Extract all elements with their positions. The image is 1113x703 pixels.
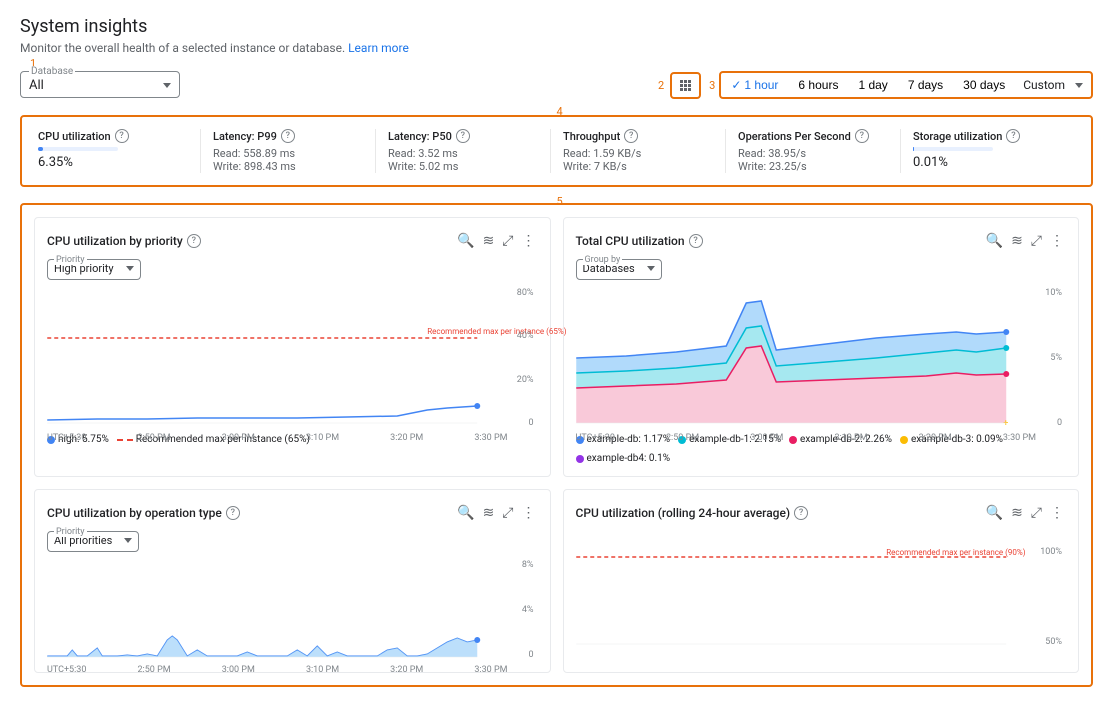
svg-text:Recommended max per instance (: Recommended max per instance (90%)	[886, 548, 1025, 557]
chart-cpu-op-expand[interactable]: ⤢	[500, 502, 515, 523]
page-title: System insights	[20, 16, 1093, 37]
chart-cpu-priority-compare[interactable]: ≋	[481, 230, 497, 251]
svg-text:+: +	[1003, 419, 1008, 429]
cpu-help-icon[interactable]: ?	[115, 129, 129, 143]
time-btn-6hours[interactable]: 6 hours	[788, 73, 848, 97]
group-by-selector[interactable]: Group by Databases	[576, 259, 662, 280]
time-btn-custom[interactable]: Custom	[1015, 73, 1091, 97]
chart-total-cpu-zoom[interactable]: 🔍	[984, 230, 1005, 251]
metrics-bar: CPU utilization ? 6.35% Latency: P99 ? R…	[20, 115, 1093, 187]
throughput-help-icon[interactable]: ?	[624, 129, 638, 143]
latency-p99-help-icon[interactable]: ?	[281, 129, 295, 143]
metric-latency-p99: Latency: P99 ? Read: 558.89 ms Write: 89…	[201, 129, 376, 173]
label-4: 4	[557, 105, 563, 118]
group-by-label: Group by	[583, 255, 623, 265]
page-description: Monitor the overall health of a selected…	[20, 41, 1093, 55]
chart-cpu-rolling-more[interactable]: ⋮	[1048, 502, 1066, 523]
throughput-write: Write: 7 KB/s	[563, 160, 713, 173]
ops-help-icon[interactable]: ?	[855, 129, 869, 143]
storage-value: 0.01%	[913, 155, 1063, 170]
priority-label-1: Priority	[54, 255, 87, 265]
chart-cpu-op-zoom[interactable]: 🔍	[455, 502, 476, 523]
learn-more-link[interactable]: Learn more	[348, 41, 409, 55]
metric-cpu: CPU utilization ? 6.35%	[38, 129, 201, 173]
chart-cpu-priority-expand[interactable]: ⤢	[500, 230, 515, 251]
time-btn-7days[interactable]: 7 days	[898, 73, 953, 97]
chart-cpu-rolling-compare[interactable]: ≋	[1009, 502, 1025, 523]
svg-text:Recommended max per instance (: Recommended max per instance (65%)	[427, 327, 566, 336]
priority-selector-2[interactable]: Priority All priorities	[47, 531, 139, 552]
chart-cpu-priority-help[interactable]: ?	[187, 234, 201, 248]
priority-selector-1[interactable]: Priority High priority	[47, 259, 141, 280]
chart-cpu-rolling-help[interactable]: ?	[794, 506, 808, 520]
time-btn-30days[interactable]: 30 days	[953, 73, 1015, 97]
time-btn-1day[interactable]: 1 day	[848, 73, 897, 97]
ops-write: Write: 23.25/s	[738, 160, 888, 173]
metric-ops: Operations Per Second ? Read: 38.95/s Wr…	[726, 129, 901, 173]
chart-total-cpu-compare[interactable]: ≋	[1009, 230, 1025, 251]
grid-view-button[interactable]	[670, 72, 701, 99]
latency-p50-write: Write: 5.02 ms	[388, 160, 538, 173]
metric-latency-p50: Latency: P50 ? Read: 3.52 ms Write: 5.02…	[376, 129, 551, 173]
database-field-label: Database	[29, 66, 75, 77]
label-3: 3	[709, 79, 715, 92]
throughput-read: Read: 1.59 KB/s	[563, 147, 713, 160]
chart-cpu-priority: CPU utilization by priority ? 🔍 ≋ ⤢ ⋮ Pr…	[34, 217, 551, 477]
chart-cpu-op-more[interactable]: ⋮	[520, 502, 538, 523]
latency-p50-help-icon[interactable]: ?	[456, 129, 470, 143]
chart-cpu-op-compare[interactable]: ≋	[481, 502, 497, 523]
chart-total-cpu-expand[interactable]: ⤢	[1029, 230, 1044, 251]
ops-read: Read: 38.95/s	[738, 147, 888, 160]
chevron-down-icon	[155, 83, 171, 88]
database-value: All	[29, 78, 44, 93]
storage-help-icon[interactable]: ?	[1006, 129, 1020, 143]
chart-cpu-rolling: CPU utilization (rolling 24-hour average…	[563, 489, 1080, 673]
charts-container: CPU utilization by priority ? 🔍 ≋ ⤢ ⋮ Pr…	[20, 203, 1093, 687]
label-5: 5	[557, 195, 563, 208]
grid-icon	[680, 80, 691, 91]
latency-p99-read: Read: 558.89 ms	[213, 147, 363, 160]
priority-label-2: Priority	[54, 527, 87, 537]
chart-cpu-operation: CPU utilization by operation type ? 🔍 ≋ …	[34, 489, 551, 673]
chart-total-cpu: Total CPU utilization ? 🔍 ≋ ⤢ ⋮ Group by…	[563, 217, 1080, 477]
metric-throughput: Throughput ? Read: 1.59 KB/s Write: 7 KB…	[551, 129, 726, 173]
database-selector[interactable]: Database All	[20, 71, 180, 98]
latency-p50-read: Read: 3.52 ms	[388, 147, 538, 160]
label-2: 2	[658, 79, 664, 92]
metric-storage: Storage utilization ? 0.01%	[901, 129, 1075, 173]
chart-cpu-priority-zoom[interactable]: 🔍	[455, 230, 476, 251]
time-range-bar: ✓1 hour 6 hours 1 day 7 days 30 days Cus…	[719, 71, 1093, 99]
chart-total-cpu-more[interactable]: ⋮	[1048, 230, 1066, 251]
chart-cpu-rolling-expand[interactable]: ⤢	[1029, 502, 1044, 523]
chart-cpu-rolling-zoom[interactable]: 🔍	[984, 502, 1005, 523]
chart-total-cpu-help[interactable]: ?	[689, 234, 703, 248]
chart-cpu-priority-more[interactable]: ⋮	[520, 230, 538, 251]
time-btn-1hour[interactable]: ✓1 hour	[721, 73, 788, 97]
latency-p99-write: Write: 898.43 ms	[213, 160, 363, 173]
cpu-value: 6.35%	[38, 155, 188, 170]
chart-cpu-op-help[interactable]: ?	[226, 506, 240, 520]
